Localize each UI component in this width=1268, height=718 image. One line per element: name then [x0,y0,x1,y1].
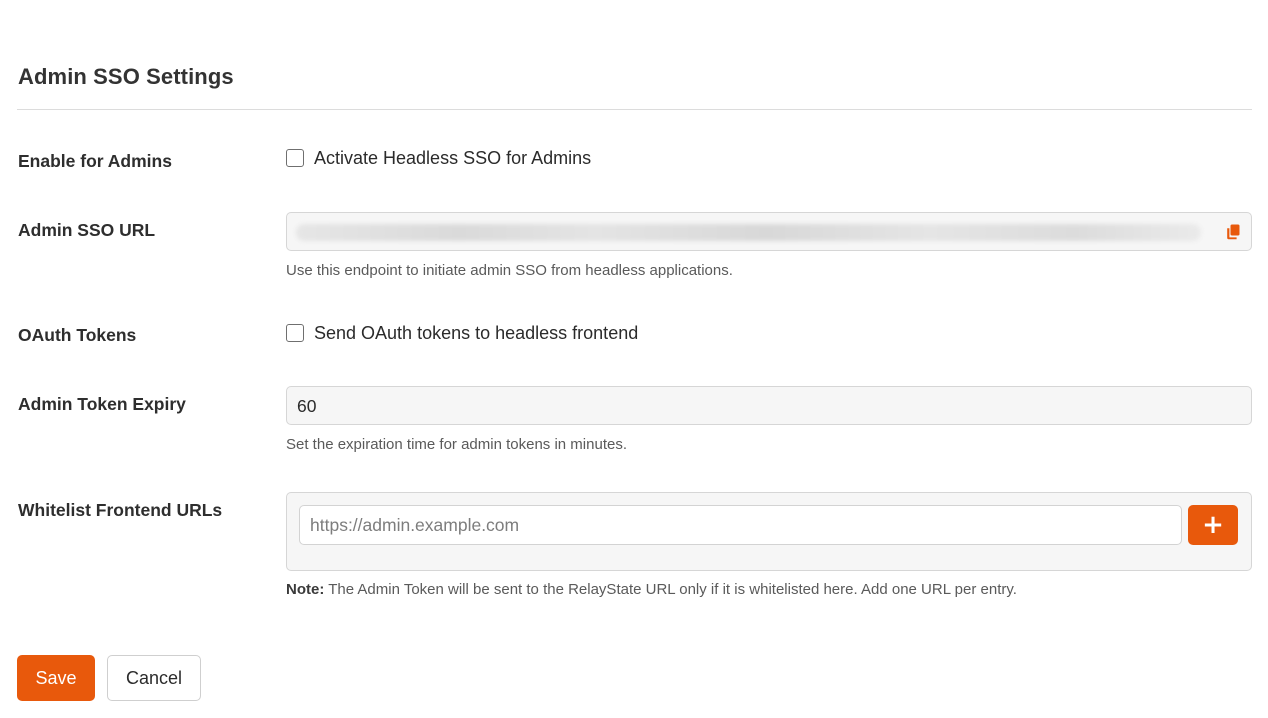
token-expiry-label: Admin Token Expiry [18,394,186,414]
whitelist-container: + [286,492,1252,571]
oauth-tokens-control: Send OAuth tokens to headless frontend [286,321,1252,345]
token-expiry-input[interactable]: 60 [286,386,1252,425]
note-text: The Admin Token will be sent to the Rela… [324,581,1017,598]
cancel-button[interactable]: Cancel [107,655,201,701]
sso-url-field[interactable] [286,212,1252,251]
sso-url-control: Use this endpoint to initiate admin SSO … [286,212,1252,279]
copy-icon[interactable] [1224,223,1242,241]
whitelist-control: + Note: The Admin Token will be sent to … [286,492,1252,598]
token-expiry-control: 60 Set the expiration time for admin tok… [286,386,1252,453]
save-button[interactable]: Save [17,655,95,701]
note-prefix: Note: [286,581,325,598]
oauth-tokens-checkbox-label[interactable]: Send OAuth tokens to headless frontend [314,323,638,344]
title-divider [17,109,1252,110]
oauth-tokens-checkbox[interactable] [286,324,304,342]
oauth-tokens-label: OAuth Tokens [18,325,137,345]
enable-admins-control: Activate Headless SSO for Admins [286,146,1252,170]
sso-url-help-text: Use this endpoint to initiate admin SSO … [286,262,733,279]
whitelist-label: Whitelist Frontend URLs [18,500,223,520]
admin-sso-settings-page: Admin SSO Settings Enable for Admins Act… [17,0,1252,718]
enable-admins-checkbox-row[interactable]: Activate Headless SSO for Admins [286,146,1252,170]
whitelist-note: Note: The Admin Token will be sent to th… [286,581,1252,598]
enable-admins-label: Enable for Admins [18,151,172,171]
sso-url-label: Admin SSO URL [18,220,156,240]
oauth-tokens-checkbox-row[interactable]: Send OAuth tokens to headless frontend [286,321,1252,345]
enable-admins-checkbox-label[interactable]: Activate Headless SSO for Admins [314,148,591,169]
whitelist-url-input[interactable] [299,505,1182,545]
add-url-button[interactable]: + [1188,505,1238,545]
token-expiry-value[interactable]: 60 [297,396,316,417]
token-expiry-help-text: Set the expiration time for admin tokens… [286,436,628,453]
sso-url-value-redacted [296,224,1201,241]
page-title: Admin SSO Settings [18,64,234,89]
enable-admins-checkbox[interactable] [286,149,304,167]
